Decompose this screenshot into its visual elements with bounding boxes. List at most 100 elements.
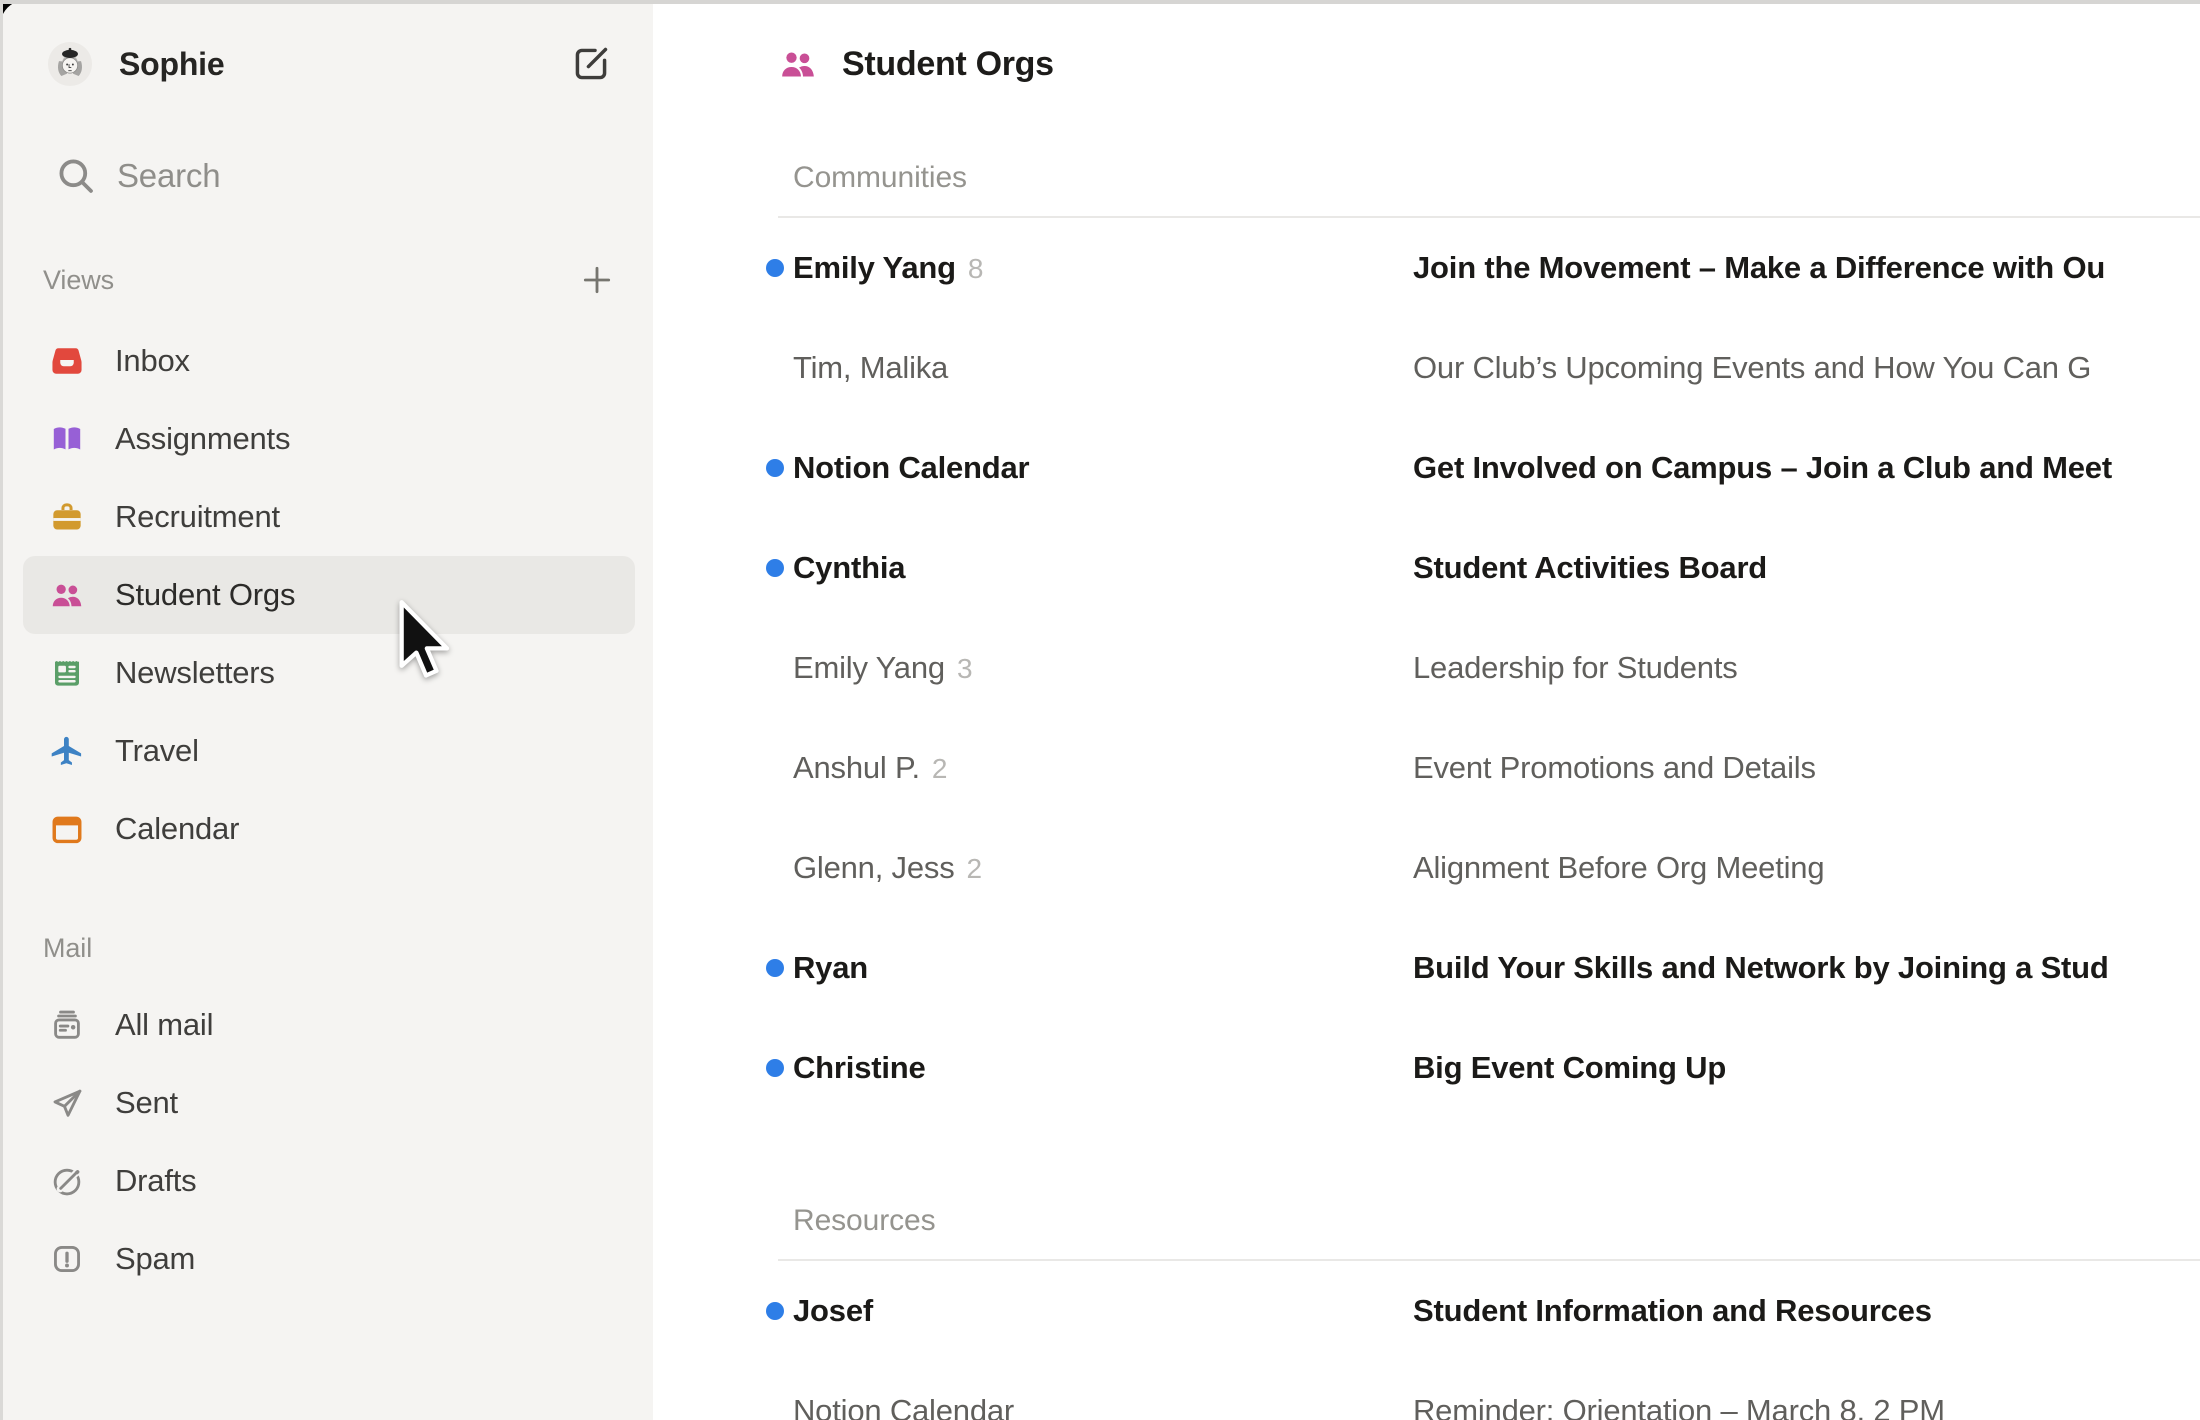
compose-icon [569, 74, 613, 89]
sent-icon [49, 1085, 85, 1121]
sidebar-item-spam[interactable]: Spam [23, 1220, 635, 1298]
sidebar-item-label: Inbox [115, 343, 190, 379]
sidebar-item-assignments[interactable]: Assignments [23, 400, 635, 478]
sidebar-item-travel[interactable]: Travel [23, 712, 635, 790]
sender-name: Emily Yang [793, 250, 956, 286]
app-window: Sophie [0, 0, 2200, 1420]
email-subject: Join the Movement – Make a Difference wi… [1413, 250, 2200, 286]
sender-cell: Christine [793, 1050, 1413, 1086]
section-label: Views [43, 265, 114, 296]
email-row[interactable]: Notion CalendarGet Involved on Campus – … [653, 418, 2200, 518]
email-group-communities: Communities Emily Yang 8 Join the Movement … [653, 160, 2200, 1118]
sender-cell: Glenn, Jess2 [793, 850, 1413, 886]
sidebar-item-label: Drafts [115, 1163, 196, 1199]
sender-cell: Ryan [793, 950, 1413, 986]
sender-name: Notion Calendar [793, 1393, 1014, 1420]
email-subject: Build Your Skills and Network by Joining… [1413, 950, 2200, 986]
sidebar-item-newsletters[interactable]: Newsletters [23, 634, 635, 712]
newsletter-icon [49, 655, 85, 691]
unread-dot-column [757, 1302, 793, 1320]
compose-button[interactable] [569, 42, 613, 86]
sidebar-item-label: Recruitment [115, 499, 280, 535]
sender-cell: Emily Yang3 [793, 650, 1413, 686]
sender-name: Emily Yang [793, 650, 945, 686]
sender-cell: Emily Yang 8 [793, 250, 1413, 286]
plane-icon [49, 733, 85, 769]
sidebar-section-header-mail: Mail [43, 930, 617, 966]
main-panel: Student Orgs CommunitiesEmily Yang8Join … [653, 4, 2200, 1420]
sidebar-item-list: Inbox Assignments Recruitment Student Orgs N… [3, 322, 653, 868]
unread-dot-column [757, 959, 793, 977]
sidebar-item-student-orgs[interactable]: Student Orgs [23, 556, 635, 634]
sidebar-item-recruitment[interactable]: Recruitment [23, 478, 635, 556]
unread-dot-column [757, 1059, 793, 1077]
unread-dot-column [757, 259, 793, 277]
sidebar-item-sent[interactable]: Sent [23, 1064, 635, 1142]
thread-count: 2 [932, 753, 948, 785]
email-subject: Get Involved on Campus – Join a Club and… [1413, 450, 2200, 486]
thread-count: 2 [967, 853, 983, 885]
email-row[interactable]: Notion Calendar Reminder: Orientation – M… [653, 1361, 2200, 1420]
sidebar-item-label: Calendar [115, 811, 239, 847]
section-label: Mail [43, 933, 92, 964]
briefcase-icon [49, 499, 85, 535]
sidebar-item-all-mail[interactable]: All mail [23, 986, 635, 1064]
drafts-icon [49, 1163, 85, 1199]
email-row[interactable]: Emily Yang3Leadership for Students [653, 618, 2200, 718]
email-row[interactable]: JosefStudent Information and Resources [653, 1261, 2200, 1361]
sidebar-sections: Views Inbox Assignments Recruitment Student … [3, 262, 653, 1298]
user-name: Sophie [119, 46, 224, 83]
inbox-icon [49, 343, 85, 379]
sender-name: Christine [793, 1050, 926, 1086]
email-row[interactable]: CynthiaStudent Activities Board [653, 518, 2200, 618]
sender-name: Anshul P. [793, 750, 920, 786]
sidebar-item-label: Travel [115, 733, 199, 769]
add-view-button[interactable] [577, 260, 617, 300]
sidebar: Sophie [3, 4, 653, 1420]
sender-cell: Notion Calendar [793, 450, 1413, 486]
sender-cell: Cynthia [793, 550, 1413, 586]
unread-dot-column [757, 459, 793, 477]
sender-cell: Notion Calendar [793, 1393, 1413, 1420]
all-mail-icon [49, 1007, 85, 1043]
email-subject: Reminder: Orientation – March 8, 2 PM [1413, 1393, 2200, 1420]
avatar[interactable] [47, 41, 93, 87]
email-subject: Event Promotions and Details [1413, 750, 2200, 786]
email-subject: Leadership for Students [1413, 650, 2200, 686]
sidebar-item-drafts[interactable]: Drafts [23, 1142, 635, 1220]
email-row[interactable]: RyanBuild Your Skills and Network by Joi… [653, 918, 2200, 1018]
unread-dot [766, 559, 784, 577]
sidebar-item-label: Newsletters [115, 655, 275, 691]
email-row[interactable]: Anshul P. 2 Event Promotions and Details [653, 718, 2200, 818]
search-icon [53, 153, 99, 199]
thread-count: 8 [968, 253, 984, 285]
email-subject: Big Event Coming Up [1413, 1050, 2200, 1086]
calendar-icon [49, 811, 85, 847]
unread-dot [766, 1059, 784, 1077]
unread-dot [766, 459, 784, 477]
email-group-resources: ResourcesJosefStudent Information and Re… [653, 1203, 2200, 1420]
email-row[interactable]: Glenn, Jess2Alignment Before Org Meeting [653, 818, 2200, 918]
user-row: Sophie [47, 40, 613, 88]
search-button[interactable]: Search [53, 152, 613, 200]
email-row[interactable]: Tim, MalikaOur Club’s Upcoming Events an… [653, 318, 2200, 418]
people-icon [49, 577, 85, 613]
sender-cell: Josef [793, 1293, 1413, 1329]
sidebar-section-header-views: Views [43, 262, 617, 298]
sidebar-item-calendar[interactable]: Calendar [23, 790, 635, 868]
sidebar-item-label: Student Orgs [115, 577, 295, 613]
email-row[interactable]: Emily Yang 8 Join the Movement – Make a Di… [653, 218, 2200, 318]
unread-dot [766, 959, 784, 977]
sidebar-item-inbox[interactable]: Inbox [23, 322, 635, 400]
sidebar-item-label: Assignments [115, 421, 290, 457]
email-subject: Our Club’s Upcoming Events and How You C… [1413, 350, 2200, 386]
email-row[interactable]: Christine Big Event Coming Up [653, 1018, 2200, 1118]
sender-name: Josef [793, 1293, 873, 1329]
email-subject: Alignment Before Org Meeting [1413, 850, 2200, 886]
sidebar-item-list: All mailSent Drafts Spam [3, 986, 653, 1298]
group-header: Communities [793, 160, 2200, 196]
unread-dot-column [757, 559, 793, 577]
search-label: Search [117, 157, 220, 195]
people-icon [778, 44, 818, 84]
sender-name: Cynthia [793, 550, 905, 586]
